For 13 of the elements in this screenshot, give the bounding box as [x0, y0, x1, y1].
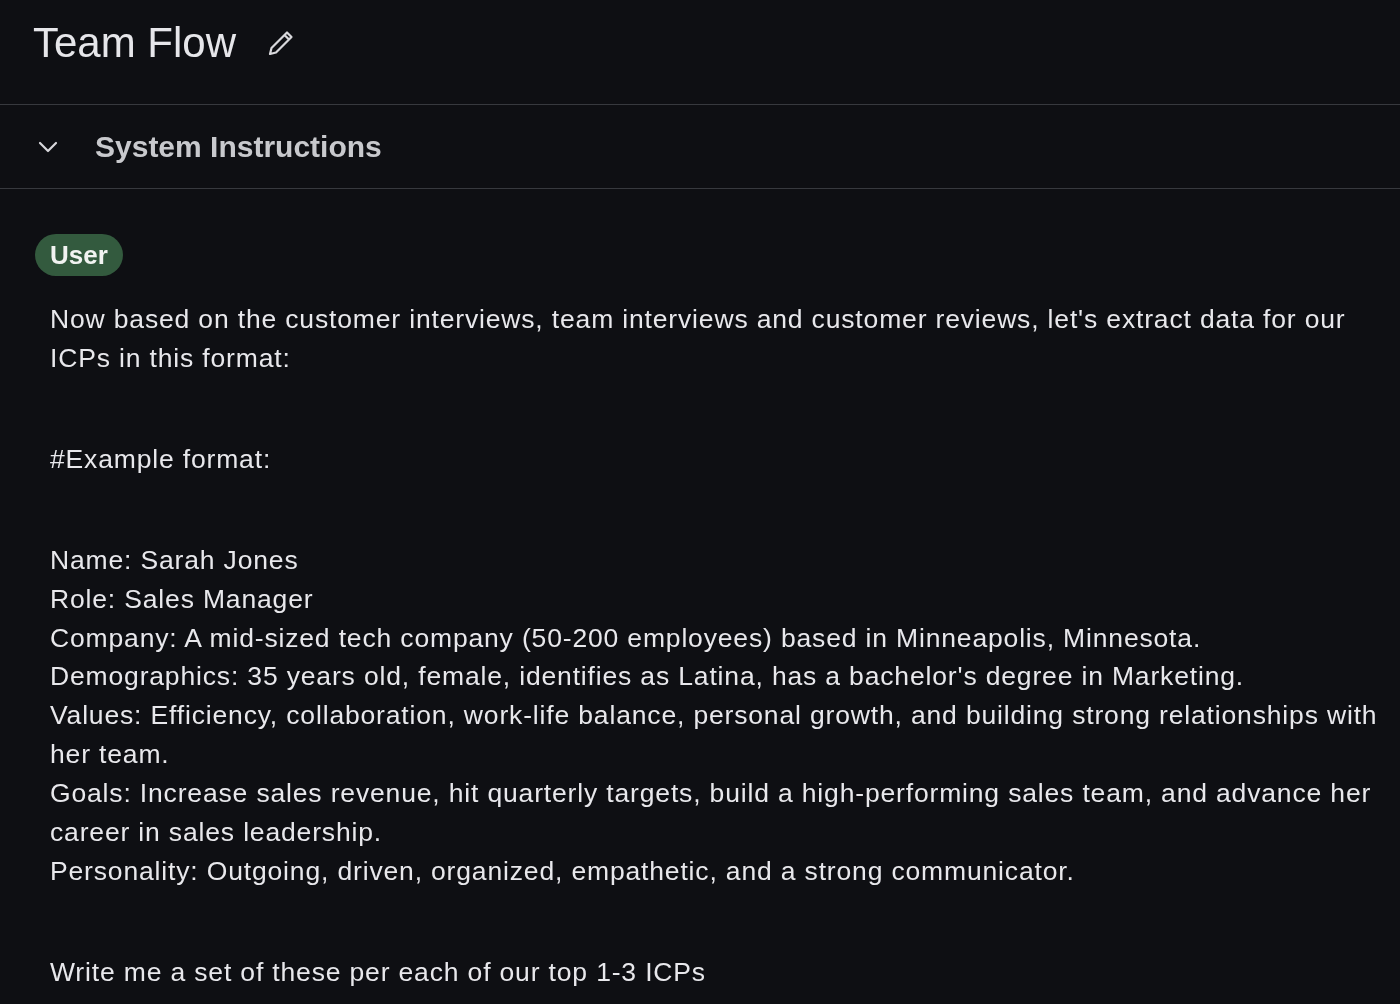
- message-text: Company: A mid-sized tech company (50-200 employees) based in Minneapolis, Minnesota.: [50, 621, 1203, 655]
- message-text: Write me a set of these per each of our top 1-3 ICPs: [50, 955, 707, 989]
- message-text: Personality: Outgoing, driven, organized, empathetic, and a strong communicator.: [50, 854, 1076, 888]
- message-text: Goals: Increase sales revenue, hit quarterly targets, build a high-performing sales team, and advance her career in sales leadership.: [50, 777, 1373, 850]
- message-text: Values: Efficiency, collaboration, work-life balance, personal growth, and building strong relationships with her team.: [50, 699, 1379, 772]
- role-badge: User: [35, 234, 123, 276]
- message-text: Role: Sales Manager: [50, 582, 315, 616]
- message-text: Demographics: 35 years old, female, identifies as Latina, has a bachelor's degree in Marketing.: [50, 660, 1246, 694]
- page-title: Team Flow: [33, 18, 237, 68]
- message-text: #Example format:: [50, 442, 273, 476]
- section-title[interactable]: System Instructions: [95, 128, 382, 165]
- message-text: Now based on the customer interviews, team interviews and customer reviews, let's extract data for our ICPs in this format:: [50, 303, 1347, 375]
- message-text: Name: Sarah Jones: [50, 543, 300, 577]
